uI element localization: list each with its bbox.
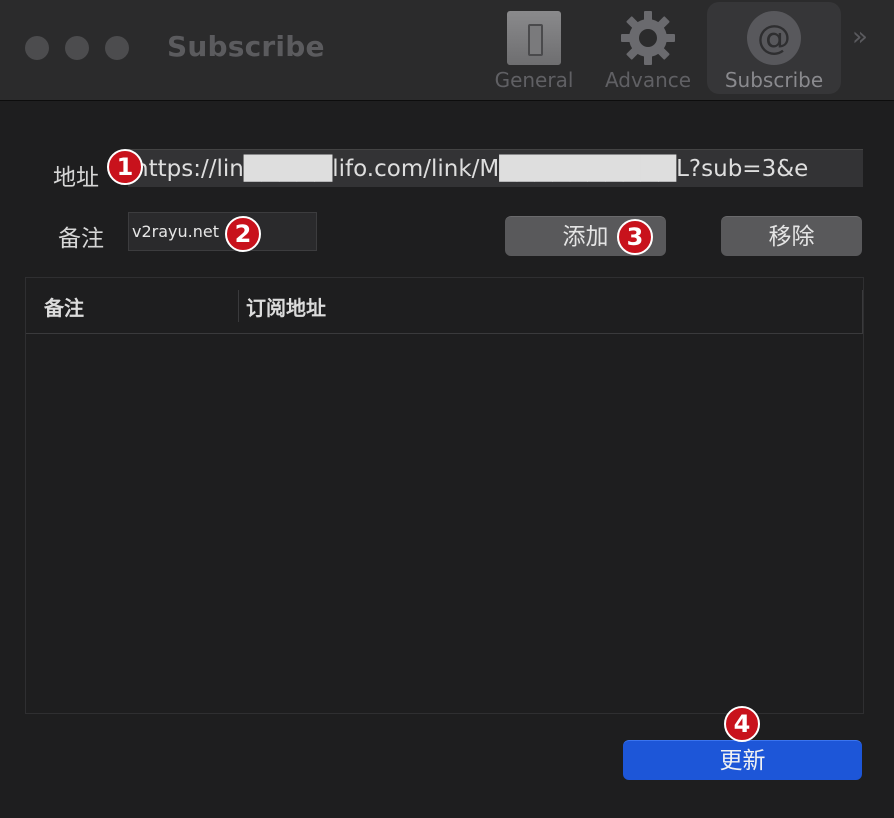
annotation-badge-2: 2 (225, 216, 261, 252)
note-input[interactable]: v2rayu.net (128, 212, 317, 251)
subscription-url-input[interactable]: https://lin█████lifo.com/link/M█████████… (128, 149, 863, 187)
annotation-badge-3: 3 (617, 219, 653, 255)
toolbar-tab-general[interactable]: General (486, 2, 582, 94)
annotation-badge-4: 4 (724, 706, 760, 742)
gear-icon (621, 11, 675, 65)
switch-icon (507, 11, 561, 65)
toolbar-tab-label: General (494, 68, 574, 92)
subscription-table[interactable]: 备注 订阅地址 (25, 277, 864, 714)
toolbar-tab-label: Subscribe (724, 68, 824, 92)
table-header: 备注 订阅地址 (26, 278, 863, 334)
minimize-window-button[interactable] (65, 36, 89, 60)
remove-button[interactable]: 移除 (721, 216, 862, 256)
toolbar-overflow-chevron-icon[interactable]: » (852, 22, 868, 52)
window-title: Subscribe (167, 30, 325, 63)
toolbar-tab-advance[interactable]: Advance (598, 2, 698, 94)
update-button[interactable]: 更新 (623, 740, 862, 780)
toolbar-tab-label: Advance (604, 68, 692, 92)
column-header-subscription-url[interactable]: 订阅地址 (246, 292, 326, 321)
title-bar: Subscribe General Advance @ Subscribe » (0, 0, 894, 101)
annotation-badge-1: 1 (107, 149, 143, 185)
column-divider (862, 290, 863, 334)
address-label: 地址 (53, 165, 99, 191)
note-label: 备注 (58, 226, 104, 252)
column-header-note[interactable]: 备注 (44, 292, 84, 321)
toolbar-tab-subscribe[interactable]: @ Subscribe (707, 2, 841, 94)
column-divider (238, 290, 239, 322)
close-window-button[interactable] (25, 36, 49, 60)
zoom-window-button[interactable] (105, 36, 129, 60)
at-sign-icon: @ (747, 11, 801, 65)
